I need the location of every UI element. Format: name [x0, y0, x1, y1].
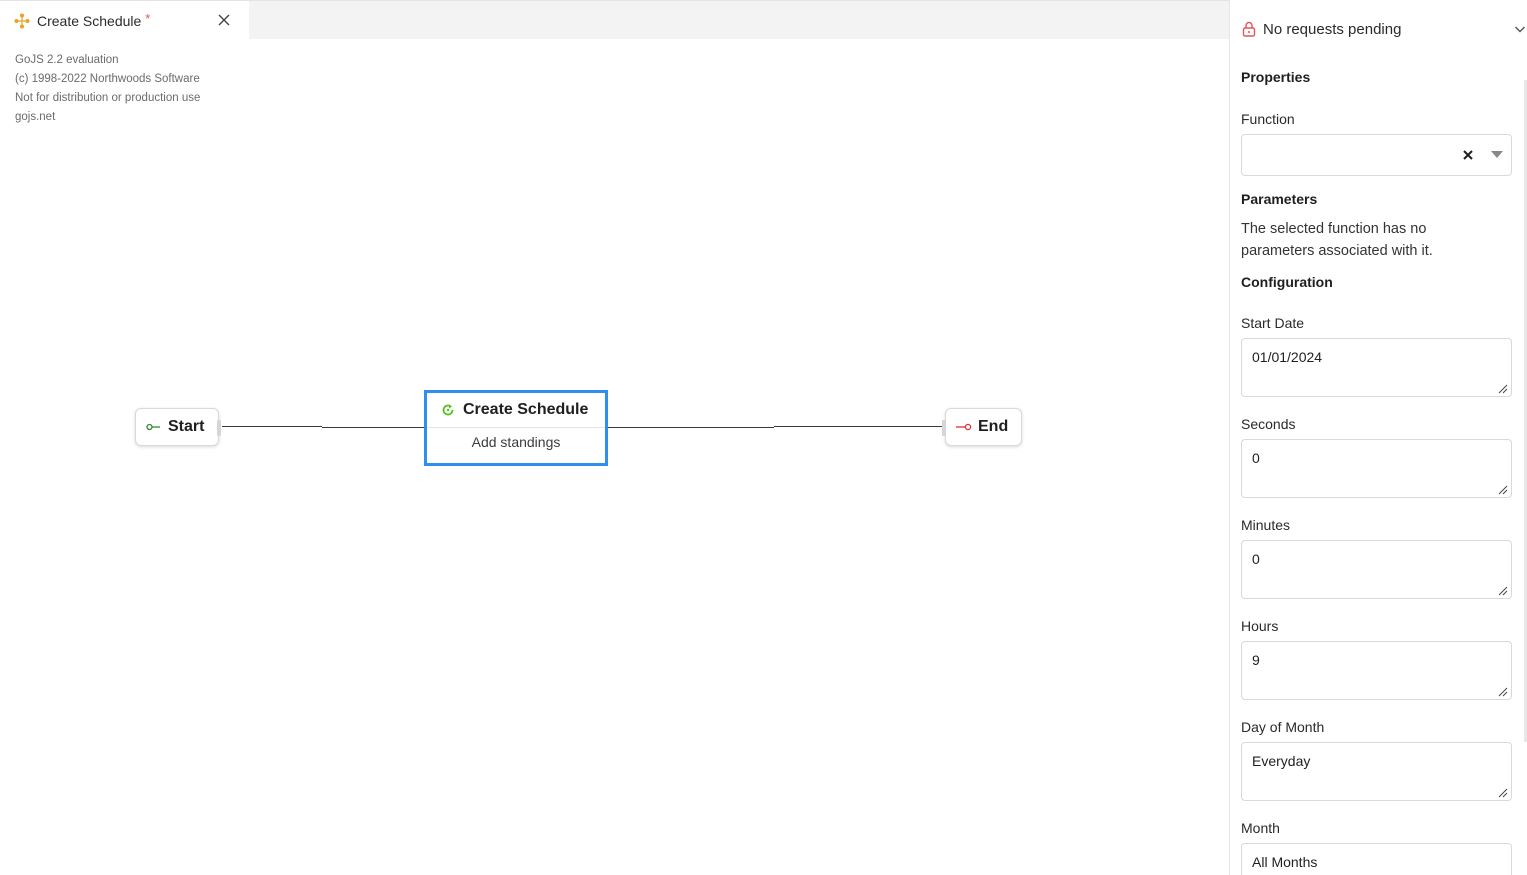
start-date-field[interactable]: 01/01/2024: [1241, 338, 1512, 397]
function-select[interactable]: [1241, 134, 1512, 176]
start-node[interactable]: Start: [135, 408, 221, 446]
resize-grip-icon[interactable]: [1498, 687, 1508, 697]
resize-grip-icon[interactable]: [1498, 586, 1508, 596]
tab-label: Create Schedule: [37, 12, 142, 29]
lock-icon: [1242, 21, 1256, 37]
unsaved-indicator: *: [145, 11, 151, 26]
end-icon: [956, 423, 972, 431]
close-icon[interactable]: [217, 13, 231, 27]
resize-grip-icon[interactable]: [1498, 788, 1508, 798]
parameters-title: Parameters: [1241, 191, 1318, 207]
watermark-line: gojs.net: [15, 111, 56, 123]
resize-grip-icon[interactable]: [1498, 485, 1508, 495]
end-node[interactable]: End: [942, 408, 1022, 446]
seconds-field[interactable]: 0: [1241, 439, 1512, 498]
gojs-watermark: GoJS 2.2 evaluation (c) 1998-2022 Northw…: [15, 51, 200, 127]
create-schedule-node[interactable]: Create Schedule Add standings: [424, 390, 608, 466]
link-main-to-end[interactable]: [608, 427, 774, 428]
node-header: Create Schedule: [427, 393, 605, 428]
watermark-line: (c) 1998-2022 Northwoods Software: [15, 73, 200, 85]
parameters-description: The selected function has no parameters …: [1241, 221, 1433, 259]
function-label: Function: [1241, 111, 1295, 127]
month-field[interactable]: All Months: [1241, 843, 1512, 875]
day-of-month-field[interactable]: Everyday: [1241, 742, 1512, 801]
watermark-line: Not for distribution or production use: [15, 92, 201, 104]
hours-field[interactable]: 9: [1241, 641, 1512, 700]
start-date-label: Start Date: [1241, 315, 1305, 331]
watermark-line: GoJS 2.2 evaluation: [15, 54, 119, 66]
configuration-title: Configuration: [1241, 274, 1333, 290]
properties-title: Properties: [1241, 69, 1311, 85]
workflow-icon: [14, 13, 30, 28]
diagram-canvas[interactable]: GoJS 2.2 evaluation (c) 1998-2022 Northw…: [0, 39, 1229, 875]
end-node-label: End: [978, 418, 1009, 435]
resize-grip-icon[interactable]: [1498, 384, 1508, 394]
month-label: Month: [1241, 820, 1280, 836]
chevron-down-icon[interactable]: [1514, 24, 1526, 34]
minutes-field[interactable]: 0: [1241, 540, 1512, 599]
caret-down-icon[interactable]: [1491, 151, 1503, 159]
link-main-to-end-segment[interactable]: [774, 426, 942, 427]
day-of-month-label: Day of Month: [1241, 719, 1325, 735]
minutes-label: Minutes: [1241, 517, 1291, 533]
node-subtitle: Add standings: [471, 434, 561, 450]
request-status-bar[interactable]: No requests pending: [1230, 0, 1527, 58]
start-icon: [146, 423, 160, 431]
link-start-to-main-segment[interactable]: [322, 427, 424, 428]
start-node-label: Start: [168, 418, 205, 435]
status-text: No requests pending: [1263, 20, 1402, 38]
hours-label: Hours: [1241, 618, 1279, 634]
start-node-port[interactable]: [217, 420, 221, 436]
link-start-to-main[interactable]: [222, 426, 322, 427]
end-node-port[interactable]: [942, 420, 946, 436]
tab-create-schedule[interactable]: Create Schedule *: [0, 1, 249, 40]
tab-bar: Create Schedule *: [0, 0, 1229, 40]
properties-panel: No requests pending Properties Function …: [1229, 0, 1527, 875]
clear-icon[interactable]: [1461, 148, 1475, 162]
node-title: Create Schedule: [463, 401, 589, 418]
refresh-icon: [442, 404, 454, 416]
seconds-label: Seconds: [1241, 416, 1296, 432]
